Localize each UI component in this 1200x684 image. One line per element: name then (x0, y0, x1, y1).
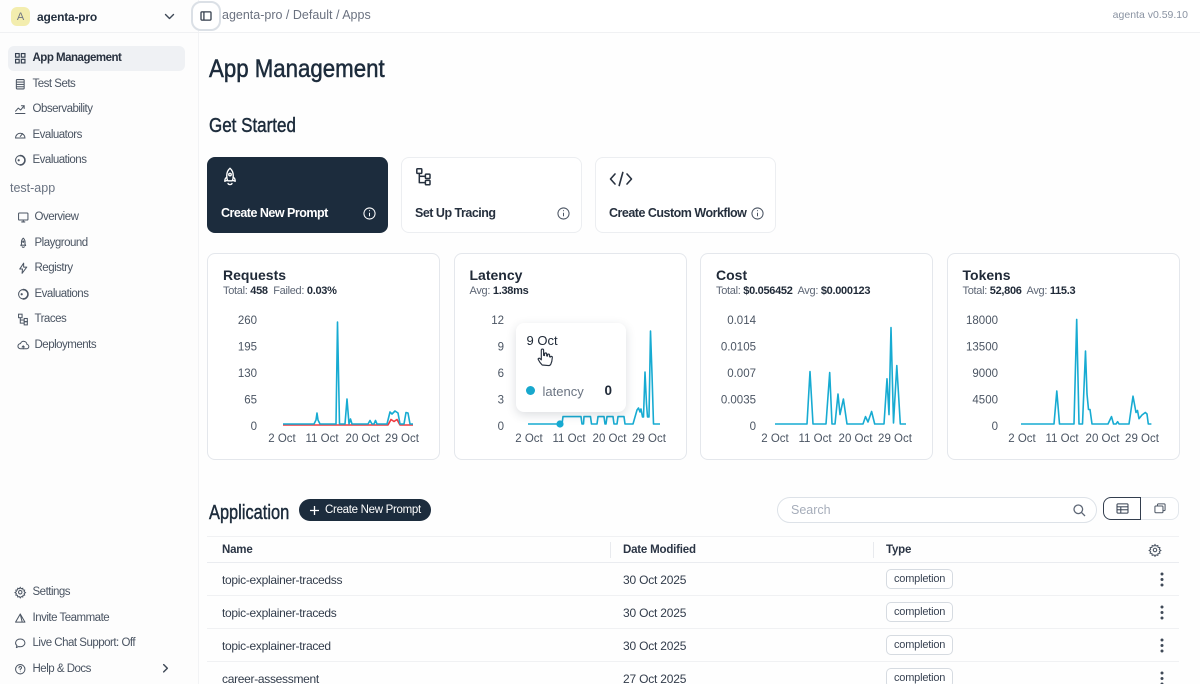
svg-text:11 Oct: 11 Oct (1045, 433, 1079, 445)
svg-text:0: 0 (991, 421, 997, 433)
svg-text:9000: 9000 (972, 368, 998, 380)
svg-text:195: 195 (238, 342, 257, 354)
svg-text:2 Oct: 2 Oct (1008, 433, 1036, 445)
svg-text:0.0035: 0.0035 (721, 395, 756, 407)
svg-text:65: 65 (244, 395, 257, 407)
svg-text:2 Oct: 2 Oct (268, 433, 296, 445)
svg-text:3: 3 (497, 395, 503, 407)
svg-text:20 Oct: 20 Oct (839, 433, 874, 445)
svg-text:2 Oct: 2 Oct (761, 433, 789, 445)
svg-text:20 Oct: 20 Oct (346, 433, 381, 445)
svg-text:20 Oct: 20 Oct (1085, 433, 1120, 445)
svg-text:29 Oct: 29 Oct (632, 433, 667, 445)
svg-text:11 Oct: 11 Oct (552, 433, 586, 445)
svg-text:0: 0 (251, 421, 257, 433)
svg-text:0: 0 (750, 421, 756, 433)
svg-text:13500: 13500 (966, 342, 998, 354)
svg-text:29 Oct: 29 Oct (1125, 433, 1160, 445)
svg-text:0: 0 (497, 421, 503, 433)
svg-text:12: 12 (491, 315, 504, 327)
svg-text:11 Oct: 11 Oct (305, 433, 339, 445)
svg-text:4500: 4500 (972, 395, 998, 407)
svg-text:9: 9 (497, 342, 503, 354)
svg-text:18000: 18000 (966, 315, 998, 327)
svg-text:29 Oct: 29 Oct (878, 433, 913, 445)
svg-text:20 Oct: 20 Oct (592, 433, 627, 445)
svg-text:29 Oct: 29 Oct (385, 433, 420, 445)
svg-text:0.007: 0.007 (727, 368, 756, 380)
svg-text:260: 260 (238, 315, 257, 327)
svg-text:2 Oct: 2 Oct (515, 433, 543, 445)
svg-text:0.0105: 0.0105 (721, 342, 756, 354)
svg-text:6: 6 (497, 368, 503, 380)
svg-text:0.014: 0.014 (727, 315, 756, 327)
svg-text:130: 130 (238, 368, 257, 380)
svg-text:11 Oct: 11 Oct (798, 433, 832, 445)
